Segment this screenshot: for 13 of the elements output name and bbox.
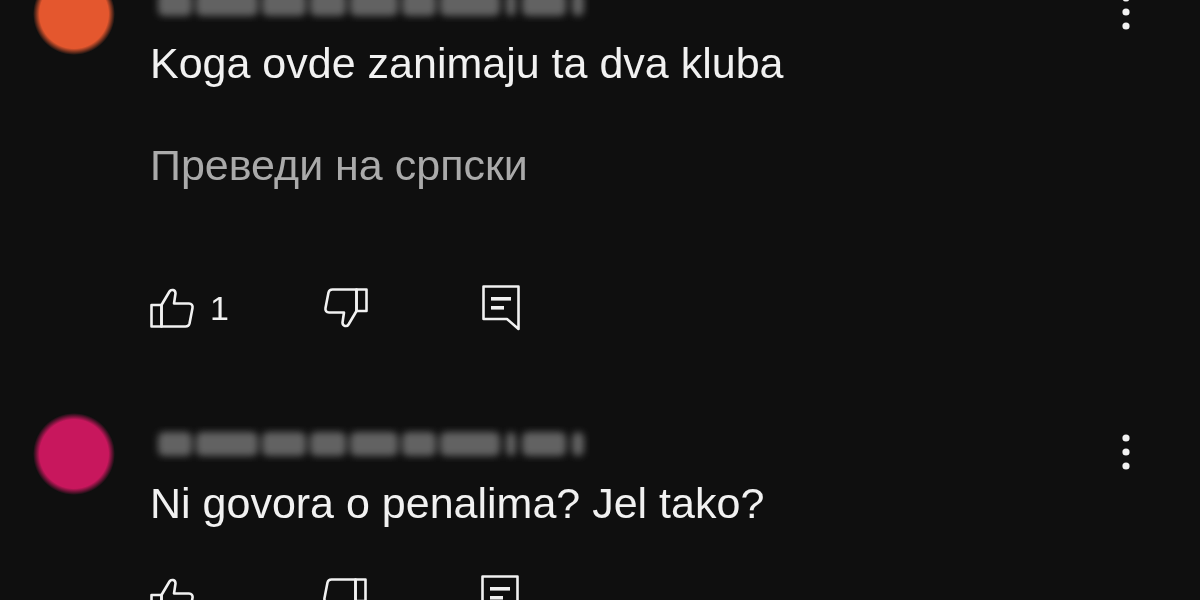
dislike-button[interactable]	[323, 288, 368, 328]
more-menu-button[interactable]	[1122, 434, 1130, 470]
comment-text: Koga ovde zanimaju ta dva kluba	[150, 38, 784, 89]
comment-text: Ni govora o penalima? Jel tako?	[150, 478, 765, 529]
like-button[interactable]: 1	[150, 288, 229, 328]
reply-button[interactable]	[481, 285, 520, 331]
reply-icon	[481, 285, 520, 331]
more-vertical-icon	[1122, 0, 1130, 30]
thumbs-down-icon	[323, 288, 368, 328]
translate-link[interactable]: Преведи на српски	[150, 139, 528, 191]
more-vertical-icon	[1122, 434, 1130, 470]
thumbs-up-icon	[150, 288, 194, 328]
more-menu-button[interactable]	[1122, 0, 1130, 30]
